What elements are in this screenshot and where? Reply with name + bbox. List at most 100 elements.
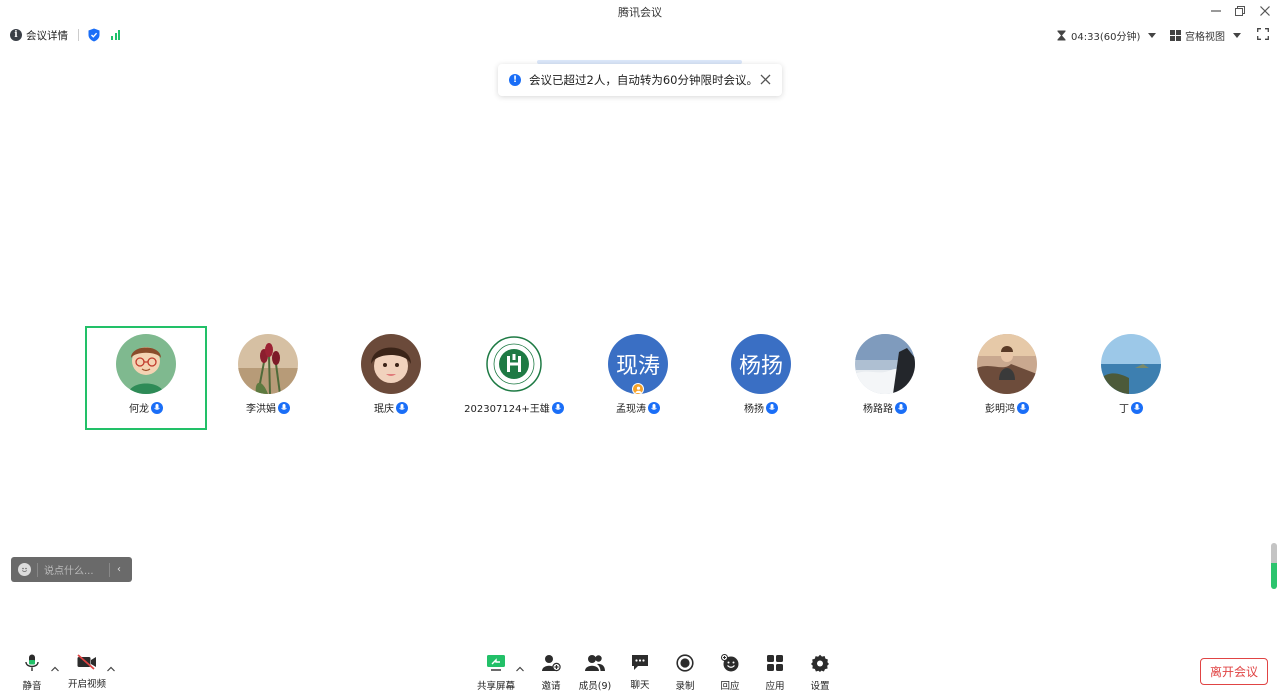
name-line: 孟现涛 [577, 400, 699, 415]
apps-grid-icon [765, 654, 785, 672]
members-label: 成员(9) [578, 681, 612, 692]
reaction-icon [720, 654, 740, 672]
divider [78, 29, 79, 41]
restore-button[interactable] [1228, 2, 1252, 20]
timer-text: 04:33(60分钟) [1071, 32, 1141, 43]
participant-name: 丁 [1119, 404, 1129, 415]
gear-icon [810, 654, 830, 672]
window-title: 腾讯会议 [618, 6, 662, 19]
share-label: 共享屏幕 [476, 681, 515, 692]
mic-status-icon [1017, 401, 1029, 414]
meeting-timer[interactable]: 04:33(60分钟) [1057, 28, 1157, 43]
participant-name: 何龙 [129, 404, 149, 415]
info-icon[interactable]: i [10, 29, 22, 41]
record-label: 录制 [675, 681, 695, 692]
invite-person-icon [541, 654, 561, 672]
network-signal-icon[interactable] [111, 30, 120, 40]
participant-tile[interactable]: 202307124+王雄 [453, 326, 575, 430]
title-bar: 腾讯会议 [0, 0, 1280, 22]
quick-chat-bar[interactable]: 说点什么... ‹ [11, 557, 132, 582]
settings-label: 设置 [810, 681, 830, 692]
minimize-icon [1211, 10, 1221, 12]
participant-tile[interactable]: 杨路路 [824, 326, 946, 430]
apps-label: 应用 [765, 681, 785, 692]
fullscreen-icon[interactable] [1257, 28, 1269, 40]
members-icon [585, 654, 605, 672]
settings-button[interactable]: 设置 [800, 654, 840, 692]
participant-name: 杨路路 [863, 404, 893, 415]
name-line: 202307124+王雄 [453, 400, 575, 415]
chat-button[interactable]: 聊天 [620, 654, 660, 691]
record-button[interactable]: 录制 [665, 654, 705, 692]
info-bar: i 会议详情 04:33(60分钟) 宫格视图 [0, 24, 1280, 46]
mic-status-icon [895, 401, 907, 414]
share-screen-icon [486, 654, 506, 672]
participant-tile[interactable]: 珉庆 [330, 326, 452, 430]
name-line: 何龙 [87, 400, 205, 415]
grid-view-icon [1170, 30, 1181, 41]
mute-button[interactable]: 静音 [12, 654, 52, 692]
view-mode-label: 宫格视图 [1185, 32, 1225, 43]
mic-status-icon [278, 401, 290, 414]
invite-label: 邀请 [541, 681, 561, 692]
invite-button[interactable]: 邀请 [531, 654, 571, 692]
minimize-button[interactable] [1204, 2, 1228, 20]
participant-name: 孟现涛 [616, 404, 646, 415]
name-line: 彭明鸿 [946, 400, 1068, 415]
participant-tile[interactable]: 何龙 [85, 326, 207, 430]
video-label: 开启视频 [67, 679, 106, 690]
reaction-button[interactable]: 回应 [710, 654, 750, 692]
close-button[interactable] [1253, 2, 1277, 20]
divider [37, 562, 38, 577]
avatar: 杨扬 [731, 334, 791, 394]
toast-close-icon[interactable] [760, 74, 771, 85]
mic-status-icon [766, 401, 778, 414]
emoji-icon[interactable] [18, 563, 31, 576]
name-line: 丁 [1070, 400, 1192, 415]
name-line: 李洪娟 [207, 400, 329, 415]
chat-label: 聊天 [630, 680, 650, 691]
alert-icon: ! [509, 74, 521, 86]
record-icon [675, 654, 695, 672]
avatar [855, 334, 915, 394]
react-label: 回应 [720, 681, 740, 692]
meeting-info-group: i 会议详情 [10, 28, 120, 42]
leave-meeting-button[interactable]: 离开会议 [1200, 658, 1268, 685]
share-options-chevron-icon[interactable] [516, 666, 524, 672]
participant-name: 杨扬 [744, 404, 764, 415]
start-video-button[interactable]: 开启视频 [67, 654, 107, 690]
divider [109, 562, 110, 577]
security-shield-icon[interactable] [88, 28, 100, 42]
mic-options-chevron-icon[interactable] [51, 666, 59, 672]
participant-tile[interactable]: 现涛 孟现涛 [577, 326, 699, 430]
close-icon [1260, 6, 1270, 16]
participant-name: 彭明鸿 [985, 404, 1015, 415]
avatar [977, 334, 1037, 394]
microphone-icon [22, 654, 42, 672]
mute-label: 静音 [22, 681, 42, 692]
participant-name: 珉庆 [374, 404, 394, 415]
avatar [361, 334, 421, 394]
chat-input[interactable]: 说点什么... [44, 562, 106, 577]
meeting-info-label[interactable]: 会议详情 [26, 28, 68, 43]
members-button[interactable]: 成员(9) [575, 654, 615, 692]
collapse-chevron-icon[interactable]: ‹ [117, 564, 121, 575]
hourglass-icon [1057, 30, 1066, 41]
mic-status-icon [151, 401, 163, 414]
toast-message: 会议已超过2人，自动转为60分钟限时会议。 [529, 73, 758, 87]
name-line: 珉庆 [330, 400, 452, 415]
chat-bubble-icon [630, 654, 650, 671]
avatar [1101, 334, 1161, 394]
participant-tile[interactable]: 丁 [1070, 326, 1192, 430]
name-line: 杨扬 [700, 400, 822, 415]
participant-tile[interactable]: 彭明鸿 [946, 326, 1068, 430]
video-options-chevron-icon[interactable] [107, 666, 115, 672]
volume-indicator [1271, 543, 1277, 589]
share-screen-button[interactable]: 共享屏幕 [476, 654, 516, 692]
mic-status-icon [551, 401, 564, 414]
view-mode-dropdown[interactable]: 宫格视图 [1170, 28, 1241, 43]
participant-tile[interactable]: 李洪娟 [207, 326, 329, 430]
avatar [484, 334, 544, 394]
participant-tile[interactable]: 杨扬 杨扬 [700, 326, 822, 430]
apps-button[interactable]: 应用 [755, 654, 795, 692]
